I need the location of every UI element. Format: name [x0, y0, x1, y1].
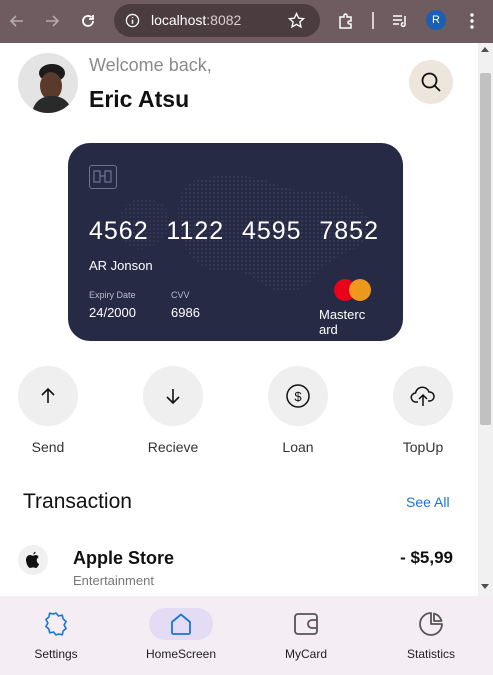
nav-item-settings[interactable]: Settings: [1, 596, 111, 675]
search-button[interactable]: [409, 60, 453, 104]
nav-item-home[interactable]: HomeScreen: [126, 596, 236, 675]
nav-icon-container: [274, 608, 338, 640]
reload-icon: [82, 15, 94, 27]
nav-icon-container-active: [149, 608, 213, 640]
scroll-down-arrow[interactable]: [481, 584, 489, 589]
arrow-right-icon: [46, 15, 60, 27]
cloud-upload-icon: [410, 386, 435, 406]
cvv-value: 6986: [171, 305, 200, 320]
card-chip-icon: [89, 165, 117, 189]
card-brand-line: ard: [319, 322, 338, 337]
topup-button[interactable]: [393, 366, 453, 426]
bookmark-star-icon[interactable]: [288, 12, 305, 29]
bottom-navigation: Settings HomeScreen MyCard Statistics: [0, 596, 493, 675]
nav-item-mycard[interactable]: MyCard: [251, 596, 361, 675]
puzzle-icon: [339, 13, 352, 29]
url-text[interactable]: localhost:8082: [151, 12, 241, 28]
reload-button[interactable]: [77, 10, 99, 32]
card-number: 4562 1122 4595 7852: [89, 217, 379, 246]
url-host: localhost: [151, 12, 207, 28]
card-holder: AR Jonson: [89, 258, 153, 273]
search-icon: [421, 72, 441, 92]
avatar[interactable]: [18, 53, 78, 113]
media-button[interactable]: [389, 10, 411, 32]
kebab-menu-icon: [470, 13, 474, 29]
settings-icon: [45, 612, 67, 636]
expiry-value: 24/2000: [89, 305, 136, 320]
cvv-label: CVV: [171, 290, 190, 300]
receive-label: Recieve: [147, 439, 199, 455]
card-brand-line: Masterc: [319, 307, 366, 322]
see-all-link[interactable]: See All: [406, 494, 450, 510]
topup-label: TopUp: [402, 439, 444, 455]
nav-label-statistics: Statistics: [406, 647, 455, 661]
credit-card[interactable]: 4562 1122 4595 7852 AR Jonson Expiry Dat…: [68, 143, 403, 341]
toolbar-divider: [372, 12, 374, 29]
nav-icon-container: [24, 608, 88, 640]
mastercard-yellow-circle: [349, 279, 371, 301]
arrow-down-icon: [166, 389, 180, 405]
app-page: Welcome back, Eric Atsu 4562 1122 4595 7…: [0, 43, 493, 675]
wallet-icon: [294, 613, 318, 635]
nav-label-settings: Settings: [34, 647, 78, 661]
transaction-amount: - $5,99: [400, 548, 453, 567]
browser-menu-button[interactable]: [461, 10, 483, 32]
card-brand: Masterc ard: [319, 307, 379, 337]
forward-button[interactable]: [41, 10, 63, 32]
card-number-group: 4562: [89, 217, 149, 245]
dollar-circle-icon: $: [286, 384, 310, 408]
expiry-label: Expiry Date: [89, 290, 136, 300]
back-button[interactable]: [6, 10, 28, 32]
arrow-up-icon: [41, 387, 55, 403]
nav-icon-container: [399, 608, 463, 640]
extensions-button[interactable]: [335, 10, 357, 32]
nav-label-home: HomeScreen: [145, 647, 217, 661]
apple-icon: [18, 545, 48, 575]
card-number-group: 4595: [241, 217, 302, 245]
transaction-category: Entertainment: [73, 573, 154, 588]
receive-action[interactable]: Recieve: [143, 366, 203, 466]
loan-label: Loan: [282, 439, 314, 455]
welcome-text: Welcome back,: [89, 55, 212, 75]
url-port: :8082: [206, 12, 242, 28]
profile-avatar[interactable]: R: [426, 10, 446, 30]
arrow-left-icon: [9, 15, 23, 27]
nav-item-statistics[interactable]: Statistics: [376, 596, 486, 675]
transaction-name: Apple Store: [73, 548, 175, 568]
site-info-icon[interactable]: [125, 13, 140, 28]
browser-toolbar: localhost:8082 R: [0, 0, 493, 43]
card-number-group: 1122: [166, 217, 225, 245]
receive-button[interactable]: [143, 366, 203, 426]
loan-action[interactable]: $ Loan: [268, 366, 328, 466]
nav-label-mycard: MyCard: [284, 647, 327, 661]
send-button[interactable]: [18, 366, 78, 426]
scroll-up-arrow[interactable]: [481, 47, 489, 52]
send-label: Send: [31, 439, 65, 455]
playlist-icon: [393, 15, 406, 28]
home-icon: [171, 613, 191, 635]
mastercard-logo: [334, 279, 372, 301]
card-number-group: 7852: [319, 217, 379, 245]
transactions-title: Transaction: [23, 490, 132, 513]
scrollbar-thumb[interactable]: [480, 73, 491, 425]
loan-button[interactable]: $: [268, 366, 328, 426]
topup-action[interactable]: TopUp: [393, 366, 453, 466]
address-bar[interactable]: localhost:8082: [114, 4, 320, 37]
user-name: Eric Atsu: [89, 86, 190, 112]
svg-text:$: $: [294, 389, 302, 404]
user-photo-icon: [18, 53, 78, 113]
pie-chart-icon: [419, 612, 443, 636]
scrollbar[interactable]: [478, 43, 493, 596]
send-action[interactable]: Send: [18, 366, 78, 466]
